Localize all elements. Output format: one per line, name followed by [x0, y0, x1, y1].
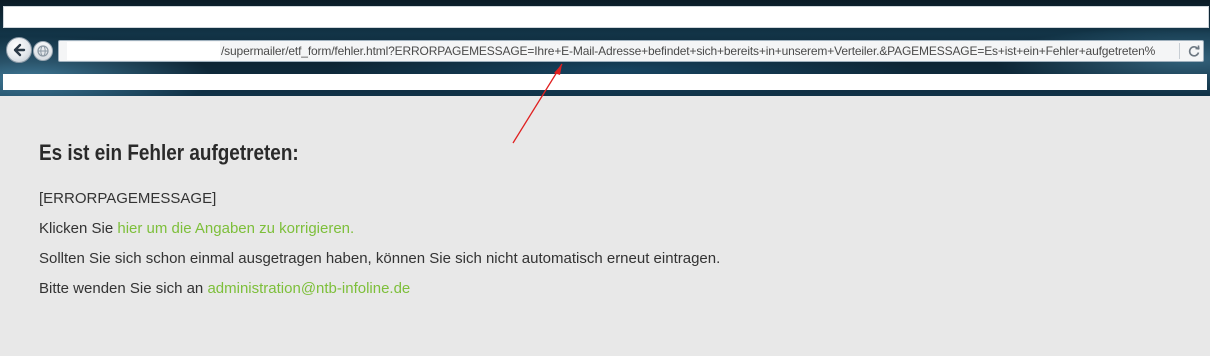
forward-button[interactable] [33, 41, 53, 61]
title-bar [3, 6, 1209, 28]
url-host-redacted [67, 42, 220, 60]
reload-icon[interactable] [1187, 44, 1201, 58]
globe-icon [37, 45, 49, 57]
address-bar-divider [1179, 43, 1180, 59]
correction-link[interactable]: hier um die Angaben zu korrigieren. [117, 220, 354, 237]
page-title: Es ist ein Fehler aufgetreten: [39, 140, 299, 165]
contact-prefix: Bitte wenden Sie sich an [39, 280, 208, 297]
contact-email-link[interactable]: administration@ntb-infoline.de [207, 280, 410, 297]
unsubscribed-notice: Sollten Sie sich schon einmal ausgetrage… [39, 250, 721, 267]
back-button[interactable] [6, 37, 32, 63]
url-path-text: /supermailer/etf_form/fehler.html?ERRORP… [221, 44, 1156, 58]
page-content: Es ist ein Fehler aufgetreten: [ERRORPAG… [39, 140, 1139, 304]
error-message-placeholder: [ERRORPAGEMESSAGE] [39, 190, 217, 207]
browser-chrome: /supermailer/etf_form/fehler.html?ERRORP… [0, 0, 1210, 96]
contact-line: Bitte wenden Sie sich an administration@… [39, 274, 1139, 304]
bookmarks-bar-redacted [3, 74, 1207, 90]
correction-line: Klicken Sie hier um die Angaben zu korri… [39, 214, 1139, 244]
navigation-toolbar: /supermailer/etf_form/fehler.html?ERRORP… [0, 36, 1210, 66]
address-bar[interactable]: /supermailer/etf_form/fehler.html?ERRORP… [58, 40, 1204, 62]
arrow-left-icon [13, 43, 26, 57]
correction-prefix: Klicken Sie [39, 220, 118, 237]
